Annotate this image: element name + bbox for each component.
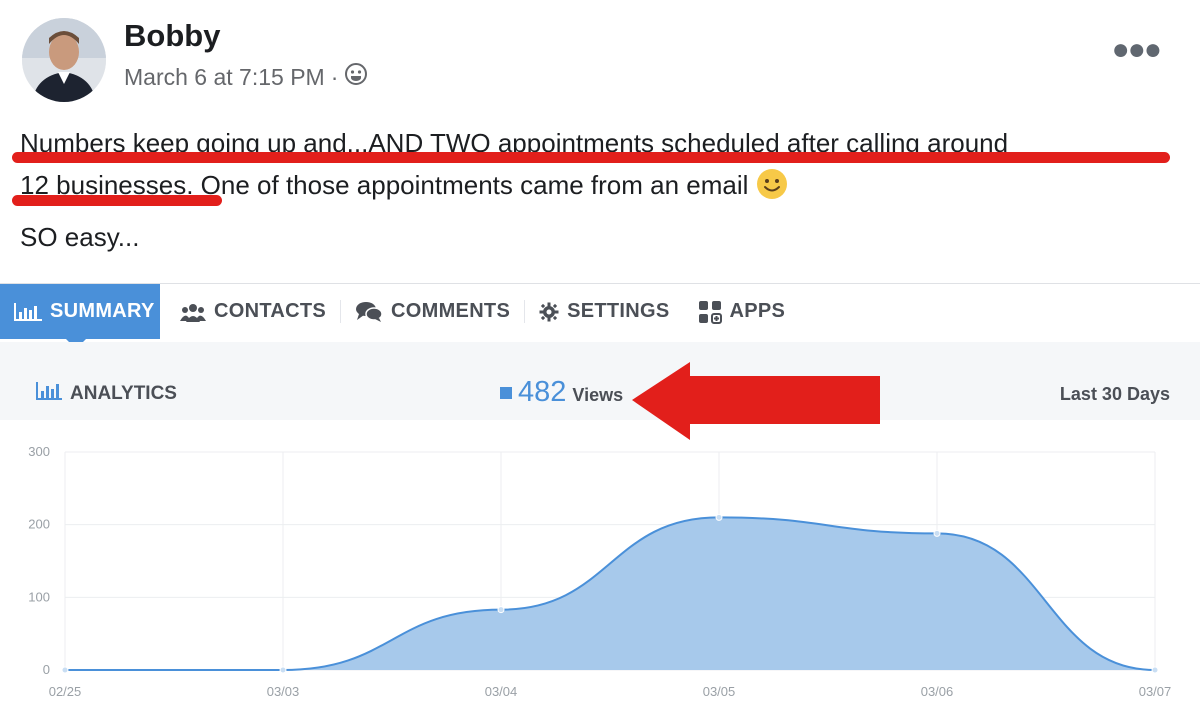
x-tick-label: 03/06 bbox=[921, 684, 954, 699]
tab-summary[interactable]: SUMMARY bbox=[0, 284, 160, 349]
bar-chart-icon bbox=[36, 382, 62, 406]
annotation-underline-1 bbox=[12, 152, 1170, 163]
y-tick-label: 200 bbox=[28, 517, 50, 532]
series-area bbox=[65, 517, 1155, 670]
data-point bbox=[279, 666, 287, 674]
apps-icon bbox=[698, 300, 722, 324]
post-body: Numbers keep going up and...AND TWO appo… bbox=[20, 122, 1180, 258]
data-point bbox=[1151, 666, 1159, 674]
tab-bar: SUMMARY CONTACTS COMMENTS SETTINGS APPS bbox=[0, 283, 1200, 349]
x-tick-label: 03/04 bbox=[485, 684, 518, 699]
views-count: 482 bbox=[518, 376, 567, 408]
comments-icon bbox=[355, 301, 383, 323]
views-label: Views bbox=[572, 385, 624, 405]
avatar[interactable] bbox=[22, 18, 106, 102]
data-point bbox=[933, 529, 941, 537]
date-range-selector[interactable]: Last 30 Days bbox=[1060, 384, 1170, 405]
meta-separator: · bbox=[330, 63, 339, 90]
tab-summary-label: SUMMARY bbox=[50, 300, 155, 322]
tab-settings-label: SETTINGS bbox=[567, 300, 670, 322]
smile-emoji-icon bbox=[756, 168, 788, 200]
post-line-3: SO easy... bbox=[20, 222, 140, 252]
x-tick-label: 03/03 bbox=[267, 684, 300, 699]
annotation-arrow bbox=[632, 362, 880, 440]
post-timestamp[interactable]: March 6 at 7:15 PM bbox=[124, 64, 325, 91]
y-tick-label: 100 bbox=[28, 589, 50, 604]
author-name[interactable]: Bobby bbox=[124, 18, 220, 54]
tab-contacts[interactable]: CONTACTS bbox=[160, 284, 340, 339]
data-point bbox=[497, 606, 505, 614]
data-point bbox=[715, 513, 723, 521]
views-area-chart: 0 100 200 300 02/25 03/03 03/04 03/05 03/06 03/07 bbox=[28, 444, 1172, 699]
friends-icon[interactable] bbox=[344, 62, 368, 92]
people-icon bbox=[180, 302, 206, 322]
tab-comments-label: COMMENTS bbox=[391, 300, 511, 322]
views-chart: 0 100 200 300 02/25 03/03 03/04 03/05 03/06 03/07 bbox=[0, 420, 1200, 718]
x-tick-label: 03/07 bbox=[1139, 684, 1172, 699]
gear-icon bbox=[539, 302, 559, 322]
data-point bbox=[61, 666, 69, 674]
analytics-title-label: ANALYTICS bbox=[70, 383, 177, 404]
y-tick-label: 300 bbox=[28, 444, 50, 459]
post-line-2-end: One of those appointments came from an e… bbox=[193, 170, 756, 200]
views-summary: 482 Views bbox=[500, 376, 623, 409]
tab-apps-label: APPS bbox=[729, 300, 786, 322]
tab-contacts-label: CONTACTS bbox=[214, 300, 327, 322]
annotation-underline-2 bbox=[12, 195, 222, 206]
views-legend-swatch bbox=[500, 386, 512, 399]
y-tick-label: 0 bbox=[43, 662, 50, 677]
x-tick-label: 02/25 bbox=[49, 684, 82, 699]
tab-comments[interactable]: COMMENTS bbox=[341, 284, 524, 339]
post-meta: March 6 at 7:15 PM · bbox=[124, 62, 368, 92]
ellipsis-icon[interactable]: ●●● bbox=[1112, 35, 1162, 65]
bar-chart-icon bbox=[14, 302, 42, 321]
tab-settings[interactable]: SETTINGS bbox=[525, 284, 683, 339]
analytics-title: ANALYTICS bbox=[36, 382, 177, 406]
x-tick-label: 03/05 bbox=[703, 684, 736, 699]
tab-apps[interactable]: APPS bbox=[684, 284, 800, 339]
